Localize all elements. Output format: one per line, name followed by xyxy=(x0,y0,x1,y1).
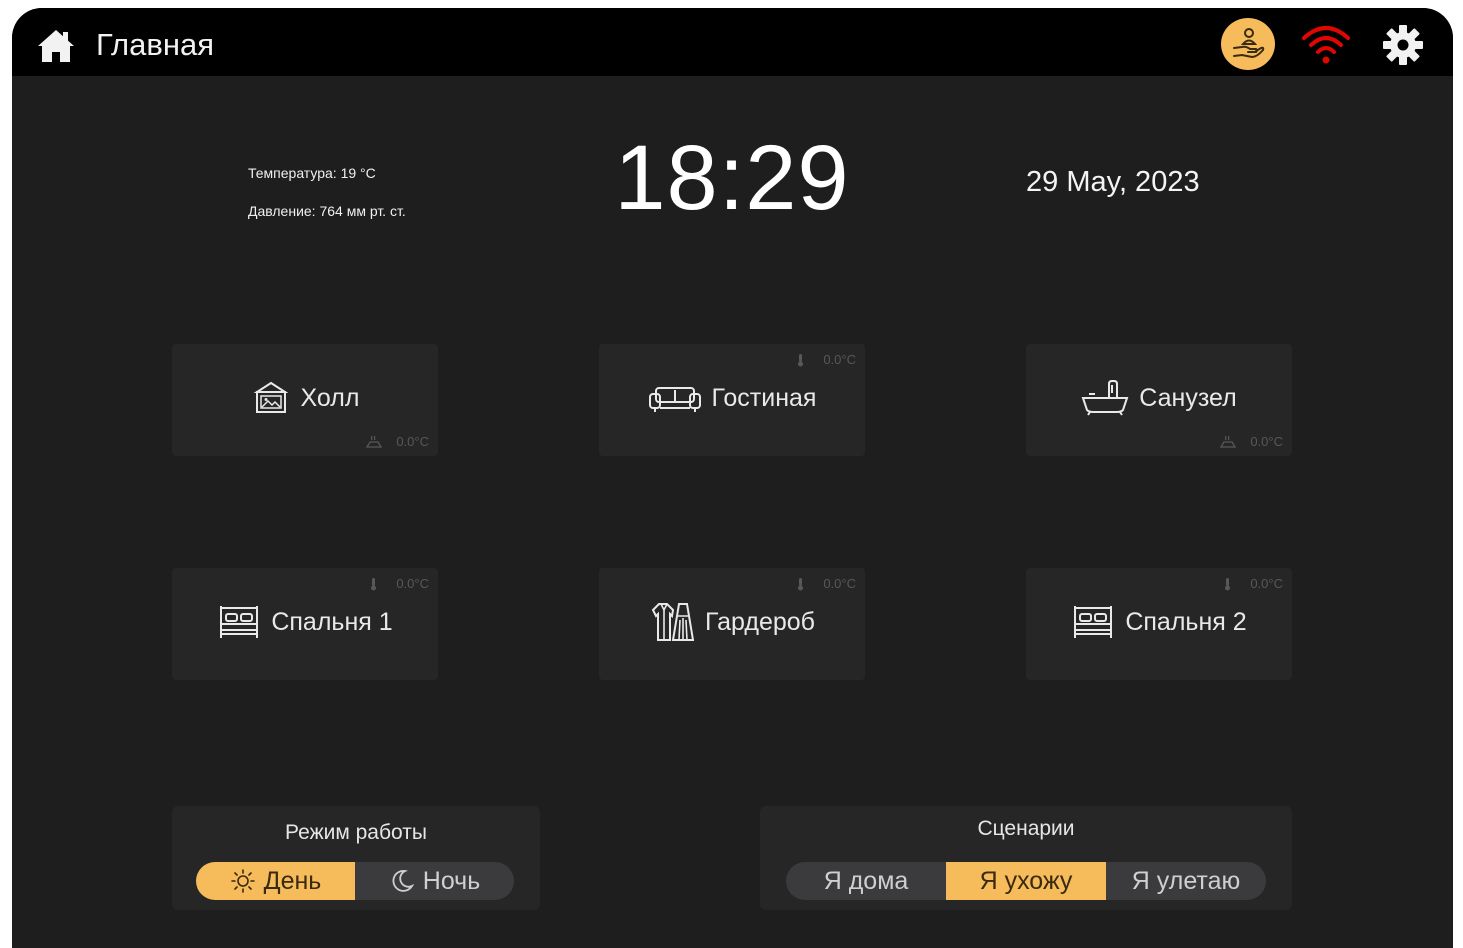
room-temp: 0.0°С xyxy=(366,434,429,449)
room-card-bathroom[interactable]: Санузел 0.0°С xyxy=(1026,344,1292,456)
scenario-switch: Я дома Я ухожу Я улетаю xyxy=(786,862,1266,900)
room-card-bedroom-2[interactable]: 0.0°С Спальня 2 xyxy=(1026,568,1292,680)
clock-date: 29 May, 2023 xyxy=(1026,166,1200,198)
room-label: Спальня 2 xyxy=(1125,608,1247,636)
room-card-content: Спальня 1 xyxy=(172,602,438,642)
room-card-wardrobe[interactable]: 0.0°С Гардероб xyxy=(599,568,865,680)
bathtub-icon xyxy=(1081,380,1129,416)
thermometer-icon xyxy=(371,577,377,590)
room-card-content: Санузел xyxy=(1026,378,1292,418)
scenario-at-home-button[interactable]: Я дома xyxy=(786,862,946,900)
home-icon[interactable] xyxy=(36,27,76,65)
scenario-flying-away-button[interactable]: Я улетаю xyxy=(1106,862,1266,900)
room-card-content: Спальня 2 xyxy=(1026,602,1292,642)
mode-switch: День Ночь xyxy=(196,862,514,900)
pressure-readout: Давление: 764 мм рт. ст. xyxy=(248,203,406,219)
room-card-content: Гардероб xyxy=(599,602,865,642)
page-title: Главная xyxy=(96,27,214,62)
room-card-bedroom-1[interactable]: 0.0°С Спальня 1 xyxy=(172,568,438,680)
thermometer-icon xyxy=(798,577,804,590)
room-label: Санузел xyxy=(1139,384,1237,412)
room-card-content: Холл xyxy=(172,378,438,418)
room-temp: 0.0°С xyxy=(793,576,856,591)
mode-panel-title: Режим работы xyxy=(285,821,427,844)
scenario-flying-away-label: Я улетаю xyxy=(1131,866,1241,895)
scenario-leaving-label: Я ухожу xyxy=(979,866,1073,895)
wardrobe-clothes-icon xyxy=(651,603,695,641)
room-temp-value: 0.0°С xyxy=(823,352,856,367)
room-card-hall[interactable]: Холл 0.0°С xyxy=(172,344,438,456)
room-label: Холл xyxy=(300,384,360,412)
service-hand-icon[interactable] xyxy=(1221,18,1275,70)
bed-icon xyxy=(1074,606,1113,638)
mode-panel: Режим работы День Ночь xyxy=(172,806,540,910)
moon-icon xyxy=(392,870,415,892)
room-temp: 0.0°С xyxy=(793,352,856,367)
room-label: Спальня 1 xyxy=(271,608,393,636)
smart-home-panel: Главная Температура: 19 °С Давление: 764… xyxy=(12,8,1453,948)
clock-time: 18:29 xyxy=(614,127,850,229)
scenario-leaving-button[interactable]: Я ухожу xyxy=(946,862,1106,900)
top-bar: Главная xyxy=(12,8,1453,76)
room-temp: 0.0°С xyxy=(1220,434,1283,449)
room-label: Гостиная xyxy=(711,384,817,412)
room-label: Гардероб xyxy=(705,608,815,636)
room-temp: 0.0°С xyxy=(366,576,429,591)
mode-day-label: День xyxy=(263,866,322,895)
room-temp: 0.0°С xyxy=(1220,576,1283,591)
room-temp-value: 0.0°С xyxy=(1250,434,1283,449)
sun-icon xyxy=(230,869,255,893)
room-temp-value: 0.0°С xyxy=(1250,576,1283,591)
thermometer-icon xyxy=(798,353,804,366)
sofa-icon xyxy=(648,387,701,412)
thermometer-icon xyxy=(1225,577,1231,590)
room-temp-value: 0.0°С xyxy=(823,576,856,591)
room-card-living-room[interactable]: 0.0°С Гостиная xyxy=(599,344,865,456)
wifi-icon[interactable] xyxy=(1300,22,1352,66)
picture-frame-icon xyxy=(253,381,288,413)
scenario-at-home-label: Я дома xyxy=(823,866,909,895)
room-card-content: Гостиная xyxy=(599,378,865,418)
scenarios-panel-title: Сценарии xyxy=(977,817,1075,840)
gear-icon[interactable] xyxy=(1382,24,1424,66)
scenarios-panel: Сценарии Я дома Я ухожу Я улетаю xyxy=(760,806,1292,910)
floor-heating-icon xyxy=(366,435,383,448)
bed-icon xyxy=(220,606,259,638)
floor-heating-icon xyxy=(1220,435,1237,448)
mode-night-button[interactable]: Ночь xyxy=(355,862,514,900)
temperature-readout: Температура: 19 °С xyxy=(248,165,376,181)
room-temp-value: 0.0°С xyxy=(396,434,429,449)
room-temp-value: 0.0°С xyxy=(396,576,429,591)
mode-day-button[interactable]: День xyxy=(196,862,355,900)
mode-night-label: Ночь xyxy=(422,866,481,895)
